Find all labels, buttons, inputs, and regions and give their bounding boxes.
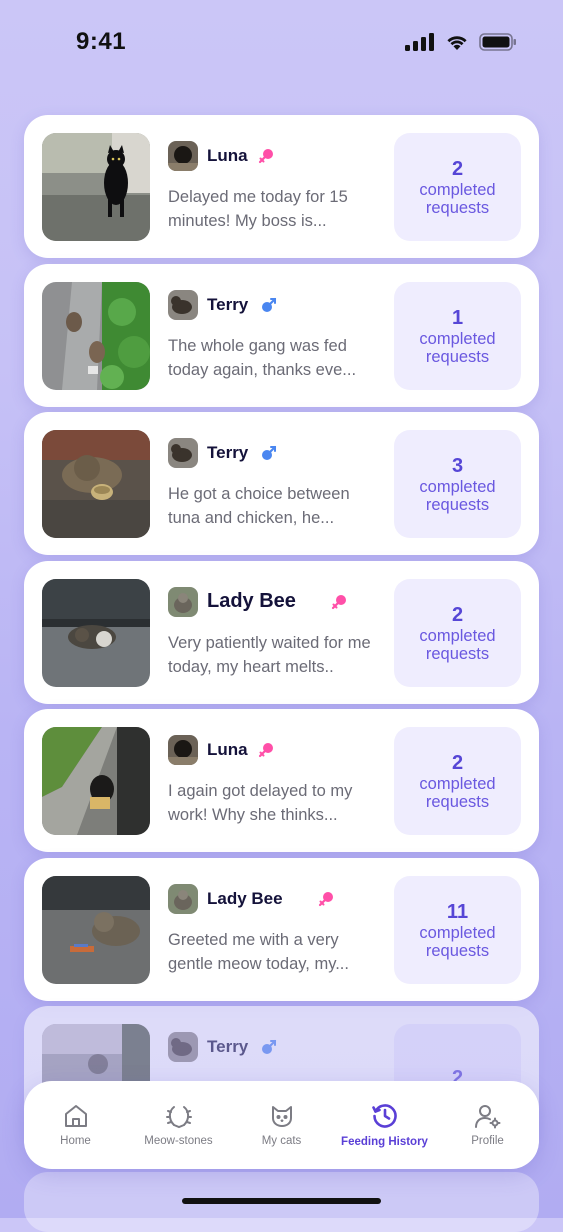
requests-label: completed requests (419, 329, 496, 366)
cat-icon (271, 1106, 292, 1127)
feeding-photo (42, 133, 150, 241)
feeding-message: Very patiently waited for me today, my h… (168, 633, 371, 676)
cat-name: Luna (207, 146, 248, 165)
requests-label: completed requests (419, 775, 496, 811)
male-icon (262, 1039, 277, 1054)
tab-feeding-history[interactable]: Feeding History (333, 1081, 436, 1169)
requests-label: completed requests (419, 626, 496, 663)
tab-meow-stones[interactable]: Meow-stones (127, 1081, 230, 1169)
feeding-photo (42, 875, 150, 984)
cat-avatar (168, 141, 198, 171)
tab-profile[interactable]: Profile (436, 1081, 539, 1169)
tab-my-cats[interactable]: My cats (230, 1081, 333, 1169)
tab-profile-label: Profile (471, 1135, 504, 1147)
feeding-message: Delayed me today for 15 minutes! My boss… (168, 188, 348, 230)
cat-name: Lady Bee (207, 589, 296, 612)
requests-count: 1 (451, 306, 464, 329)
cat-name: Luna (207, 740, 248, 759)
feeding-card[interactable]: Lady Bee Very patiently waited for me to… (24, 560, 539, 704)
feeding-photo (42, 578, 150, 687)
status-time: 9:41 (76, 28, 127, 55)
female-icon (318, 891, 333, 906)
signal-icon (405, 33, 434, 51)
history-icon (371, 1104, 397, 1128)
feeding-history-list: Luna Delayed me today for 15 minutes! My… (24, 115, 539, 1155)
laurel-icon (165, 1106, 192, 1129)
feeding-message: I again got delayed to my work! Why she … (168, 782, 353, 824)
feeding-card[interactable]: Lady Bee Greeted me with a very gentle m… (24, 857, 539, 1001)
tab-home[interactable]: Home (24, 1081, 127, 1169)
tab-my-cats-label: My cats (261, 1135, 302, 1147)
requests-label: completed requests (419, 923, 496, 960)
completed-requests-badge: 11 completed requests (394, 875, 521, 984)
cat-avatar (168, 438, 198, 468)
cat-avatar (168, 586, 198, 617)
completed-requests-badge: 3 completed requests (394, 430, 521, 538)
completed-requests-badge: 2 completed requests (394, 578, 521, 687)
home-indicator (182, 1198, 381, 1204)
cat-avatar (168, 1032, 198, 1062)
feeding-card[interactable]: Luna I again got delayed to my work! Why… (24, 709, 539, 852)
cat-avatar (168, 883, 198, 914)
status-bar: 9:41 (0, 0, 563, 90)
cat-name: Terry (207, 294, 249, 314)
feeding-message: Greeted me with a very gentle meow today… (168, 930, 349, 973)
requests-label: completed requests (419, 181, 496, 217)
home-icon (64, 1105, 87, 1127)
tab-feeding-history-label: Feeding History (341, 1136, 428, 1148)
male-icon (262, 445, 277, 460)
tab-home-label: Home (60, 1135, 91, 1147)
cat-avatar (168, 289, 198, 320)
cat-name: Lady Bee (207, 888, 283, 908)
feeding-message: He got a choice between tuna and chicken… (168, 485, 350, 527)
requests-count: 3 (451, 455, 464, 477)
male-icon (262, 297, 277, 312)
completed-requests-badge: 1 completed requests (394, 281, 521, 390)
status-icons (405, 33, 517, 51)
feeding-card[interactable]: Terry The whole gang was fed today again… (24, 263, 539, 407)
cat-name: Terry (207, 443, 249, 462)
feeding-photo (42, 281, 150, 390)
feeding-photo (42, 430, 150, 538)
cat-name: Terry (207, 1037, 249, 1056)
feeding-message: The whole gang was fed today again, than… (168, 336, 357, 379)
feeding-card[interactable]: Luna Delayed me today for 15 minutes! My… (24, 115, 539, 258)
requests-count: 11 (446, 900, 469, 923)
completed-requests-badge: 2 completed requests (394, 133, 521, 241)
completed-requests-badge: 2 completed requests (394, 727, 521, 835)
female-icon (258, 149, 273, 164)
female-icon (331, 594, 346, 609)
requests-count: 2 (451, 603, 464, 626)
tab-meow-stones-label: Meow-stones (144, 1135, 213, 1147)
requests-label: completed requests (419, 478, 496, 514)
requests-count: 2 (451, 752, 464, 774)
requests-count: 2 (451, 158, 464, 180)
wifi-icon (447, 36, 467, 50)
profile-settings-icon (474, 1105, 500, 1129)
cat-avatar (168, 735, 198, 765)
female-icon (258, 743, 273, 758)
battery-icon (479, 33, 516, 51)
tab-bar: Home Meow-stones My cats Feeding History (24, 1081, 539, 1169)
feeding-card[interactable]: Terry He got a choice between tuna and c… (24, 412, 539, 555)
feeding-photo (42, 727, 150, 835)
